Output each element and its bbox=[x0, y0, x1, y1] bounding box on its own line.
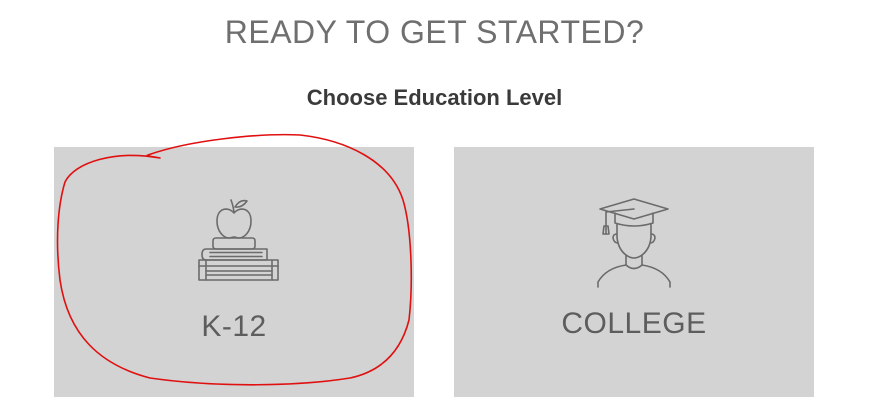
k12-option-label: K-12 bbox=[201, 310, 267, 343]
k12-option-card[interactable]: K-12 bbox=[54, 147, 414, 397]
page-headline: READY TO GET STARTED? bbox=[224, 14, 645, 50]
college-option-label: COLLEGE bbox=[561, 307, 707, 340]
college-option-card[interactable]: COLLEGE bbox=[454, 147, 814, 397]
apple-on-books-icon bbox=[54, 192, 414, 292]
graduate-icon bbox=[454, 192, 814, 292]
education-level-heading: Choose Education Level bbox=[306, 85, 563, 110]
